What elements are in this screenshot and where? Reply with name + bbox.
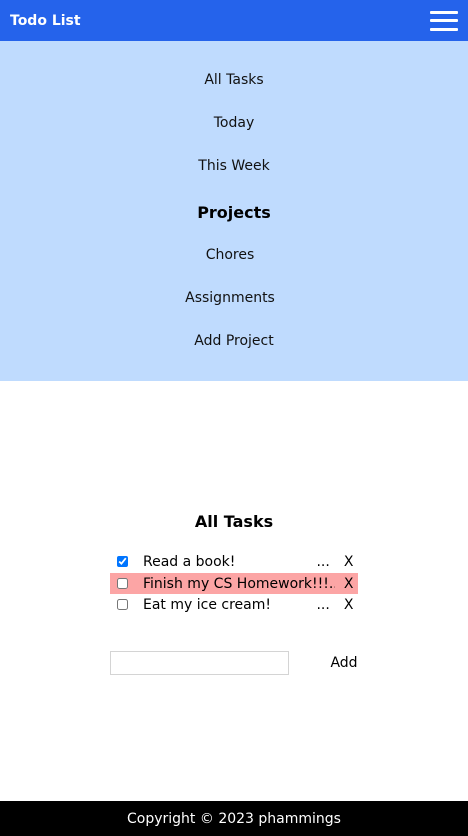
footer: Copyright © 2023 phammings [0,801,468,836]
copyright-text: Copyright © 2023 phammings [127,810,341,827]
task-label: Finish my CS Homework!!!... [143,575,336,592]
task-details-button[interactable]: ... [316,554,335,570]
nav-item-all-tasks[interactable]: All Tasks [0,72,468,88]
task-label: Read a book! [143,553,236,570]
app-title: Todo List [10,12,81,29]
section-title: All Tasks [194,512,274,531]
task-checkbox[interactable] [117,599,128,610]
project-item-assignments[interactable]: Assignments [0,290,464,306]
task-checkbox[interactable] [117,556,128,567]
project-item-chores[interactable]: Chores [0,247,464,263]
nav-item-today[interactable]: Today [0,115,468,131]
hamburger-menu-icon[interactable] [430,10,458,31]
task-delete-button[interactable]: X [339,554,358,570]
projects-heading: Projects [197,203,271,222]
task-details-button[interactable]: ... [316,597,335,613]
nav-panel: All Tasks Today This Week Projects Chore… [0,41,468,381]
task-row: Finish my CS Homework!!!... X [110,573,358,594]
top-bar: Todo List [0,0,468,41]
nav-item-this-week[interactable]: This Week [0,158,468,174]
task-delete-button[interactable]: X [339,576,358,592]
hamburger-line [430,10,458,14]
new-task-input[interactable] [110,651,289,675]
task-label: Eat my ice cream! [143,596,271,613]
task-row: Eat my ice cream! ... X [110,594,358,615]
add-project-link[interactable]: Add Project [0,333,468,349]
add-task-button[interactable]: Add [325,652,363,674]
hamburger-line [430,19,458,22]
task-checkbox[interactable] [117,578,128,589]
task-row: Read a book! ... X [110,551,358,572]
task-delete-button[interactable]: X [339,597,358,613]
hamburger-line [430,27,458,31]
